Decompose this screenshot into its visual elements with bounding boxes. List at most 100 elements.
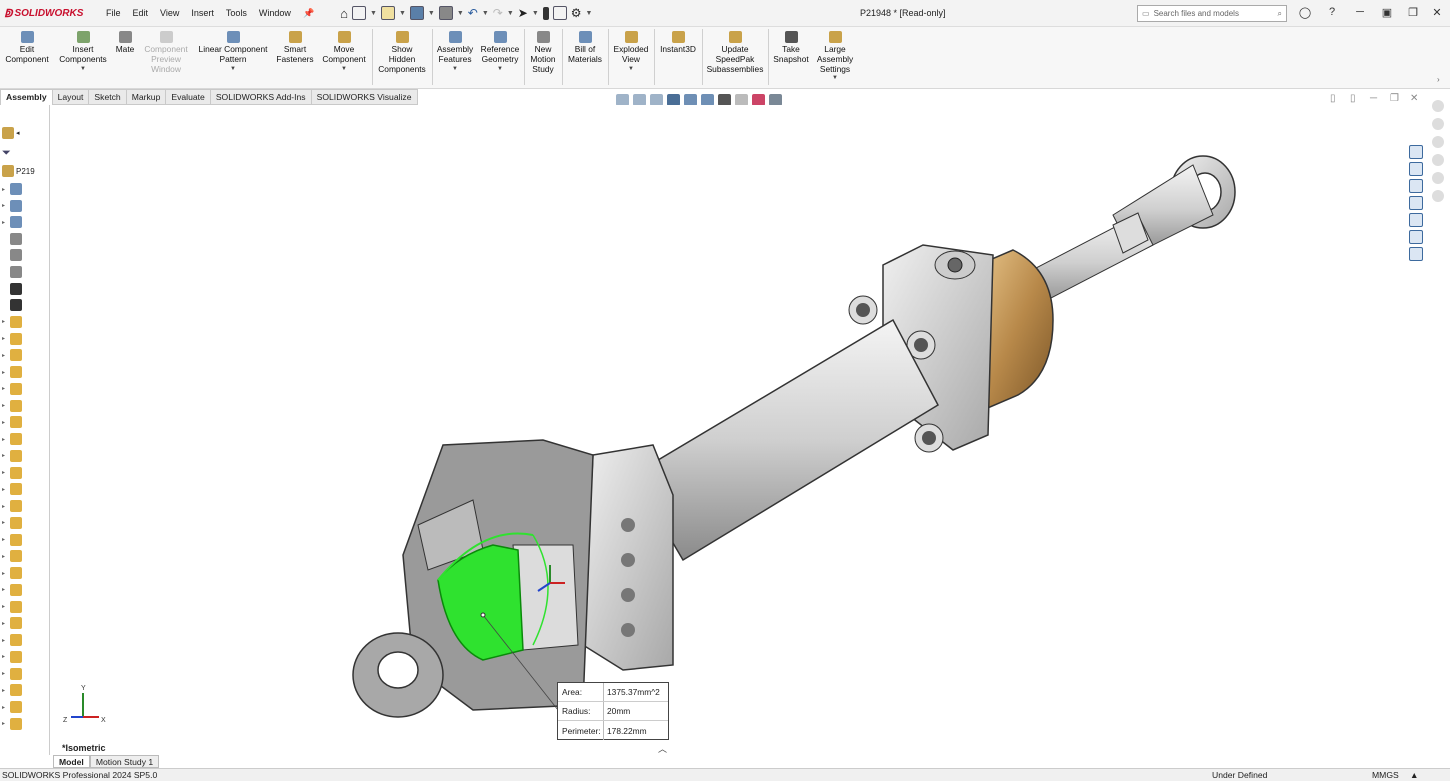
tree-component[interactable]: ▸ — [2, 699, 48, 715]
tree-component[interactable]: ▸ — [2, 632, 48, 648]
options-gear-icon[interactable]: ⚙ — [571, 6, 582, 20]
reference-geometry-dropdown-icon[interactable]: ▼ — [478, 65, 522, 75]
expand-arrow-icon[interactable]: ▸ — [2, 536, 10, 543]
options-dropdown-icon[interactable]: ▼ — [586, 10, 593, 17]
tile-icon[interactable]: ▣ — [1380, 6, 1394, 20]
tab-motion-study-1[interactable]: Motion Study 1 — [89, 755, 160, 768]
linear-component-pattern-button[interactable]: Linear Component Pattern ▼ — [194, 31, 272, 74]
expand-arrow-icon[interactable]: ▸ — [2, 704, 10, 711]
tree-component[interactable]: ▸ — [2, 716, 48, 732]
user-account-icon[interactable]: ◯ — [1298, 6, 1312, 20]
update-speedpak-button[interactable]: Update SpeedPak Subassemblies — [704, 31, 766, 74]
tree-component[interactable]: ▸ — [2, 347, 48, 363]
expand-arrow-icon[interactable]: ▸ — [2, 553, 10, 560]
select-arrow-icon[interactable]: ➤ — [518, 6, 528, 20]
expand-arrow-icon[interactable]: ▸ — [2, 720, 10, 727]
move-component-button[interactable]: Move Component ▼ — [318, 31, 370, 74]
large-assembly-dropdown-icon[interactable]: ▼ — [814, 74, 856, 84]
tree-component[interactable]: ▸ — [2, 649, 48, 665]
solidworks-resources-icon[interactable] — [1409, 145, 1423, 159]
tree-component[interactable]: ▸ — [2, 448, 48, 464]
measure-callout[interactable]: Area: 1375.37mm^2 Radius: 20mm Perimeter: 1… — [557, 682, 669, 740]
tree-component[interactable]: ▸ — [2, 498, 48, 514]
viewport-minimize-icon[interactable]: ▯ — [1330, 93, 1336, 104]
view-palette-icon[interactable] — [1409, 196, 1423, 210]
new-dropdown-icon[interactable]: ▼ — [370, 10, 377, 17]
component-preview-window-button[interactable]: Component Preview Window — [140, 31, 192, 74]
tree-component[interactable]: ▸ — [2, 515, 48, 531]
tree-scroll-left-icon[interactable]: ◂ — [16, 129, 20, 137]
units-system[interactable]: MMGS — [1372, 769, 1399, 781]
file-properties-icon[interactable] — [552, 6, 567, 20]
expand-arrow-icon[interactable]: ▸ — [2, 519, 10, 526]
tree-component[interactable]: ▸ — [2, 381, 48, 397]
expand-arrow-icon[interactable]: ▸ — [2, 469, 10, 476]
expand-arrow-icon[interactable]: ▸ — [2, 436, 10, 443]
expand-arrow-icon[interactable]: ▸ — [2, 318, 10, 325]
viewport-minimize-window-icon[interactable]: ─ — [1370, 93, 1377, 104]
tree-component[interactable]: ▸ — [2, 532, 48, 548]
tree-component[interactable]: ▸ — [2, 548, 48, 564]
tree-item[interactable]: ▸ — [2, 181, 48, 197]
expand-arrow-icon[interactable]: ▸ — [2, 402, 10, 409]
design-library-icon[interactable] — [1409, 162, 1423, 176]
tree-item[interactable] — [2, 247, 48, 263]
menu-tools[interactable]: Tools — [220, 8, 253, 19]
expand-arrow-icon[interactable]: ▸ — [2, 653, 10, 660]
smart-fasteners-button[interactable]: Smart Fasteners — [274, 31, 316, 65]
appearances-icon[interactable] — [1409, 213, 1423, 227]
tree-item[interactable] — [2, 264, 48, 280]
search-input[interactable]: ▭ Search files and models ⌕ — [1137, 5, 1287, 22]
pattern-dropdown-icon[interactable]: ▼ — [194, 65, 272, 75]
tree-filter[interactable]: ⏷ — [2, 145, 48, 161]
select-dropdown-icon[interactable]: ▼ — [532, 10, 539, 17]
instant3d-button[interactable]: Instant3D — [656, 31, 700, 55]
tree-component[interactable]: ▸ — [2, 481, 48, 497]
tree-item[interactable]: ▸ — [2, 214, 48, 230]
expand-arrow-icon[interactable]: ▸ — [2, 586, 10, 593]
tab-visualize[interactable]: SOLIDWORKS Visualize — [311, 89, 418, 105]
exploded-dropdown-icon[interactable]: ▼ — [610, 65, 652, 75]
exploded-view-button[interactable]: Exploded View ▼ — [610, 31, 652, 74]
expand-arrow-icon[interactable]: ▸ — [2, 603, 10, 610]
viewport-tile-icon[interactable]: ▯ — [1350, 93, 1356, 104]
menu-insert[interactable]: Insert — [185, 8, 220, 19]
tree-component[interactable]: ▸ — [2, 666, 48, 682]
tree-root[interactable]: P219 — [2, 163, 48, 179]
move-dropdown-icon[interactable]: ▼ — [318, 65, 370, 75]
open-icon[interactable] — [380, 6, 395, 20]
print-icon[interactable] — [438, 6, 453, 20]
forum-icon[interactable] — [1409, 247, 1423, 261]
units-dropdown-icon[interactable]: ▲ — [1410, 769, 1419, 781]
tree-component[interactable]: ▸ — [2, 565, 48, 581]
show-hidden-components-button[interactable]: Show Hidden Components — [374, 31, 430, 74]
mate-button[interactable]: Mate — [112, 31, 138, 55]
redo-dropdown-icon[interactable]: ▼ — [507, 10, 514, 17]
home-icon[interactable]: ⌂ — [340, 6, 348, 21]
tab-addins[interactable]: SOLIDWORKS Add-Ins — [210, 89, 312, 105]
open-dropdown-icon[interactable]: ▼ — [399, 10, 406, 17]
expand-arrow-icon[interactable]: ▸ — [2, 570, 10, 577]
save-dropdown-icon[interactable]: ▼ — [428, 10, 435, 17]
tree-item[interactable] — [2, 231, 48, 247]
menu-edit[interactable]: Edit — [127, 8, 155, 19]
menu-file[interactable]: File — [100, 8, 127, 19]
reference-geometry-button[interactable]: Reference Geometry ▼ — [478, 31, 522, 74]
tab-model[interactable]: Model — [53, 755, 90, 768]
assembly-model[interactable]: Y X Z — [53, 105, 1425, 755]
tab-assembly[interactable]: Assembly — [0, 89, 53, 105]
assembly-features-dropdown-icon[interactable]: ▼ — [434, 65, 476, 75]
save-icon[interactable] — [409, 6, 424, 20]
expand-arrow-icon[interactable]: ▸ — [2, 452, 10, 459]
tab-markup[interactable]: Markup — [126, 89, 167, 105]
viewport-restore-icon[interactable]: ❐ — [1390, 93, 1399, 104]
expand-arrow-icon[interactable]: ▸ — [2, 202, 10, 209]
expand-arrow-icon[interactable]: ▸ — [2, 419, 10, 426]
tab-evaluate[interactable]: Evaluate — [166, 89, 211, 105]
filter-icon[interactable]: ⏷ — [2, 147, 11, 160]
expand-caret-icon[interactable]: ︿ — [658, 742, 667, 755]
expand-arrow-icon[interactable]: ▸ — [2, 385, 10, 392]
tree-component[interactable]: ▸ — [2, 615, 48, 631]
tree-component[interactable]: ▸ — [2, 582, 48, 598]
insert-components-dropdown-icon[interactable]: ▼ — [56, 65, 110, 75]
